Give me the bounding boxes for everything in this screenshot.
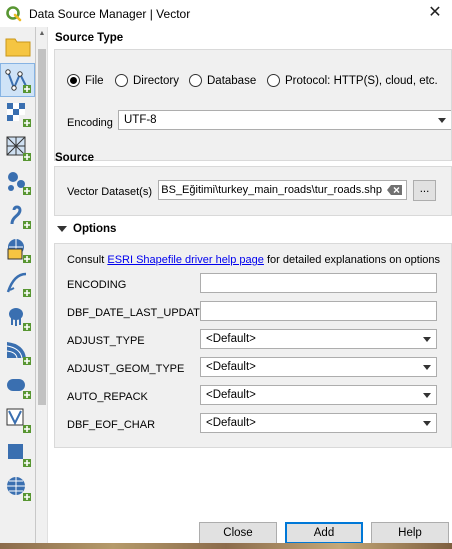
option-auto-repack-value: <Default> bbox=[206, 389, 256, 401]
radio-database-label: Database bbox=[207, 74, 257, 87]
scrollbar-thumb[interactable] bbox=[38, 49, 46, 405]
add-button[interactable]: Add bbox=[285, 522, 363, 544]
add-delimited-text-icon bbox=[7, 172, 31, 195]
window-title: Data Source Manager | Vector bbox=[29, 6, 191, 21]
radio-directory[interactable]: Directory bbox=[115, 74, 179, 87]
sidebar-item-postgis[interactable] bbox=[0, 267, 35, 301]
add-wfs-icon bbox=[6, 477, 31, 501]
option-label-auto-repack: AUTO_REPACK bbox=[67, 391, 148, 403]
scroll-up-icon[interactable]: ▲ bbox=[38, 30, 46, 37]
add-virtual-layer-icon bbox=[6, 408, 31, 433]
help-button[interactable]: Help bbox=[371, 522, 449, 544]
add-postgis-icon bbox=[6, 272, 31, 297]
radio-directory-indicator bbox=[115, 74, 128, 87]
option-adjust-type-value: <Default> bbox=[206, 333, 256, 345]
sidebar-item-mssql[interactable] bbox=[0, 301, 35, 335]
radio-directory-label: Directory bbox=[133, 74, 180, 87]
chevron-down-icon bbox=[423, 421, 431, 426]
sidebar-item-spatialite[interactable] bbox=[0, 233, 35, 267]
vector-dataset-input[interactable]: BS_Eğitimi\turkey_main_roads\tur_roads.s… bbox=[158, 180, 407, 200]
close-button[interactable]: Close bbox=[199, 522, 277, 544]
sidebar-item-delimited-text[interactable] bbox=[0, 165, 35, 199]
radio-file[interactable]: File bbox=[67, 74, 104, 87]
radio-protocol-indicator bbox=[267, 74, 280, 87]
radio-file-label: File bbox=[85, 74, 104, 87]
sidebar-item-wfs[interactable] bbox=[0, 471, 35, 505]
sidebar-item-mesh[interactable] bbox=[0, 131, 35, 165]
chevron-down-icon bbox=[423, 337, 431, 342]
source-type-heading: Source Type bbox=[55, 32, 124, 44]
folder-icon bbox=[5, 38, 30, 57]
qgis-logo-icon bbox=[6, 5, 22, 21]
source-heading: Source bbox=[55, 152, 94, 164]
option-dbf-eof-char-value: <Default> bbox=[206, 417, 256, 429]
driver-help-link[interactable]: ESRI Shapefile driver help page bbox=[107, 254, 264, 266]
source-group: Vector Dataset(s) BS_Eğitimi\turkey_main… bbox=[54, 166, 452, 216]
consult-suffix: for detailed explanations on options bbox=[263, 254, 441, 266]
option-adjust-type-select[interactable]: <Default> bbox=[200, 329, 437, 349]
chevron-down-icon bbox=[423, 393, 431, 398]
consult-text: Consult ESRI Shapefile driver help page … bbox=[67, 254, 440, 266]
sidebar-item-browser[interactable] bbox=[0, 29, 35, 63]
options-heading-label: Options bbox=[73, 223, 117, 235]
option-dbf-date-input[interactable] bbox=[200, 301, 437, 321]
option-label-adjust-geom-type: ADJUST_GEOM_TYPE bbox=[67, 363, 185, 375]
radio-protocol-label: Protocol: HTTP(S), cloud, etc. bbox=[285, 74, 438, 87]
source-type-group: File Directory Database Protocol: HTTP(S… bbox=[54, 49, 452, 161]
add-vector-layer-icon bbox=[4, 69, 31, 93]
option-label-dbf-date: DBF_DATE_LAST_UPDATE bbox=[67, 307, 208, 319]
title-bar: Data Source Manager | Vector ✕ bbox=[0, 0, 452, 27]
encoding-label: Encoding bbox=[67, 117, 113, 129]
sidebar-item-virtual-layer[interactable] bbox=[0, 403, 35, 437]
option-label-encoding: ENCODING bbox=[67, 279, 127, 291]
add-oracle-icon bbox=[6, 342, 31, 365]
option-auto-repack-select[interactable]: <Default> bbox=[200, 385, 437, 405]
close-window-icon[interactable]: ✕ bbox=[424, 2, 446, 24]
option-encoding-input[interactable] bbox=[200, 273, 437, 293]
option-label-dbf-eof-char: DBF_EOF_CHAR bbox=[67, 419, 156, 431]
option-label-adjust-type: ADJUST_TYPE bbox=[67, 335, 145, 347]
clear-input-icon[interactable] bbox=[387, 184, 403, 196]
source-sidebar bbox=[0, 27, 36, 549]
collapse-arrow-icon bbox=[57, 225, 67, 232]
map-canvas-edge bbox=[0, 543, 452, 549]
radio-protocol[interactable]: Protocol: HTTP(S), cloud, etc. bbox=[267, 74, 438, 87]
sidebar-item-db2[interactable] bbox=[0, 369, 35, 403]
add-wms-icon bbox=[7, 444, 31, 467]
main-panel: Source Type File Directory Database Prot… bbox=[49, 27, 452, 549]
radio-file-indicator bbox=[67, 74, 80, 87]
radio-database-indicator bbox=[189, 74, 202, 87]
sidebar-scrollbar[interactable]: ▲ bbox=[36, 27, 48, 549]
radio-database[interactable]: Database bbox=[189, 74, 256, 87]
options-heading[interactable]: Options bbox=[57, 223, 116, 235]
browse-button[interactable]: ... bbox=[413, 180, 436, 201]
sidebar-item-wms[interactable] bbox=[0, 437, 35, 471]
chevron-down-icon bbox=[423, 365, 431, 370]
encoding-select-value: UTF-8 bbox=[124, 114, 157, 126]
encoding-select[interactable]: UTF-8 bbox=[118, 110, 451, 130]
chevron-down-icon bbox=[438, 118, 446, 123]
sidebar-item-geopackage[interactable] bbox=[0, 199, 35, 233]
sidebar-item-oracle[interactable] bbox=[0, 335, 35, 369]
vector-dataset-label: Vector Dataset(s) bbox=[67, 186, 152, 198]
vector-dataset-value: BS_Eğitimi\turkey_main_roads\tur_roads.s… bbox=[161, 184, 382, 196]
add-mssql-icon bbox=[8, 308, 31, 331]
sidebar-item-vector[interactable] bbox=[0, 63, 35, 97]
add-raster-layer-icon bbox=[6, 103, 31, 127]
option-dbf-eof-char-select[interactable]: <Default> bbox=[200, 413, 437, 433]
option-adjust-geom-type-select[interactable]: <Default> bbox=[200, 357, 437, 377]
consult-prefix: Consult bbox=[67, 254, 108, 266]
add-geopackage-icon bbox=[10, 205, 31, 229]
add-mesh-layer-icon bbox=[6, 136, 31, 161]
options-group: Consult ESRI Shapefile driver help page … bbox=[54, 243, 452, 448]
add-db2-icon bbox=[6, 379, 31, 399]
option-adjust-geom-type-value: <Default> bbox=[206, 361, 256, 373]
add-spatialite-icon bbox=[7, 239, 31, 263]
sidebar-item-raster[interactable] bbox=[0, 97, 35, 131]
